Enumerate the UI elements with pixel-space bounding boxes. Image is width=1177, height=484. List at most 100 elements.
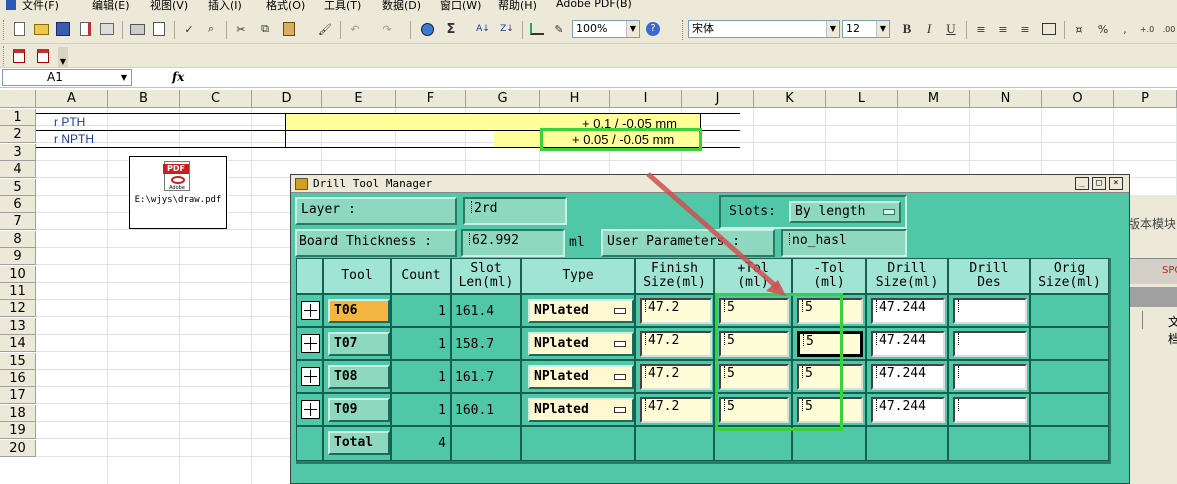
drill-size-input[interactable]: 47.244 [871, 364, 945, 390]
column-header-c[interactable]: C [180, 90, 252, 108]
pdf-embedded-object[interactable]: PDF Adobe E:\wjys\draw.pdf [129, 156, 227, 229]
toolbar-grip[interactable] [3, 46, 6, 66]
row-header-10[interactable]: 10 [0, 265, 36, 283]
toolbar-grip[interactable] [682, 20, 685, 40]
column-header-d[interactable]: D [252, 90, 322, 108]
decrease-decimal-icon[interactable]: .00 [1160, 20, 1177, 38]
row-header-19[interactable]: 19 [0, 422, 36, 440]
email-icon[interactable] [98, 20, 116, 38]
row-header-9[interactable]: 9 [0, 248, 36, 266]
row-header-11[interactable]: 11 [0, 283, 36, 300]
tool-button[interactable]: T08 [328, 365, 390, 389]
row-header-7[interactable]: 7 [0, 213, 36, 231]
expand-plus-icon[interactable] [301, 334, 320, 353]
column-header-m[interactable]: M [898, 90, 970, 108]
font-name-combo[interactable]: 宋体 ▼ [688, 20, 840, 38]
comma-button[interactable]: , [1116, 20, 1134, 38]
menu-item-data[interactable]: 数据(D) [382, 0, 421, 12]
row-header-20[interactable]: 20 [0, 439, 36, 457]
row-header-14[interactable]: 14 [0, 335, 36, 353]
drill-size-input[interactable]: 47.244 [871, 298, 945, 324]
hyperlink-icon[interactable] [418, 20, 436, 38]
redo-icon[interactable]: ↷ [378, 20, 396, 38]
drill-des-input[interactable] [953, 298, 1027, 324]
row-header-1[interactable]: 1 [0, 109, 36, 126]
close-icon[interactable]: × [1109, 177, 1123, 190]
drawing-icon[interactable]: ✎ [550, 20, 568, 38]
column-header-g[interactable]: G [466, 90, 540, 108]
column-header-e[interactable]: E [322, 90, 396, 108]
cell-a1[interactable]: r PTH [54, 115, 85, 129]
column-header-k[interactable]: K [754, 90, 826, 108]
minimize-icon[interactable]: _ [1075, 177, 1089, 190]
convert-pdf-email-icon[interactable] [34, 47, 52, 65]
column-header-a[interactable]: A [36, 90, 108, 108]
column-header-o[interactable]: O [1042, 90, 1114, 108]
row-header-8[interactable]: 8 [0, 230, 36, 248]
drill-size-input[interactable]: 47.244 [871, 397, 945, 423]
drill-des-input[interactable] [953, 331, 1027, 357]
type-option-menu[interactable]: NPlated [528, 332, 634, 356]
merge-center-icon[interactable] [1040, 20, 1058, 38]
drill-size-input[interactable]: 47.244 [871, 331, 945, 357]
row-header-4[interactable]: 4 [0, 161, 36, 179]
row-header-3[interactable]: 3 [0, 143, 36, 161]
undo-icon[interactable]: ↶ [346, 20, 364, 38]
expand-plus-icon[interactable] [301, 400, 320, 419]
tool-button[interactable]: T07 [328, 332, 390, 356]
research-icon[interactable]: ⌕ [202, 20, 220, 38]
type-option-menu[interactable]: NPlated [528, 365, 634, 389]
menu-item-adobe-pdf[interactable]: Adobe PDF(B) [556, 0, 632, 10]
column-header-j[interactable]: J [682, 90, 754, 108]
paste-icon[interactable] [280, 20, 298, 38]
row-header-17[interactable]: 17 [0, 387, 36, 405]
bold-button[interactable]: B [898, 20, 916, 38]
sort-descending-icon[interactable]: Z↓ [498, 20, 516, 38]
user-parameters-field[interactable]: no_hasl [781, 229, 907, 257]
expand-plus-icon[interactable] [301, 367, 320, 386]
zoom-combo[interactable]: 100% ▼ [572, 20, 640, 38]
cell-a2[interactable]: r NPTH [54, 132, 94, 146]
chart-wizard-icon[interactable] [528, 20, 546, 38]
currency-icon[interactable]: ¤ [1070, 20, 1088, 38]
menu-item-file[interactable]: 文件(F) [6, 0, 59, 12]
sort-ascending-icon[interactable]: A↓ [474, 20, 492, 38]
finish-size-input[interactable]: 47.2 [640, 331, 712, 357]
row-header-15[interactable]: 15 [0, 352, 36, 370]
name-box[interactable]: A1 ▼ [2, 69, 132, 86]
menu-item-edit[interactable]: 编辑(E) [92, 0, 130, 12]
print-icon[interactable] [128, 20, 146, 38]
menu-item-format[interactable]: 格式(O) [266, 0, 305, 12]
font-size-combo[interactable]: 12 ▼ [842, 20, 890, 38]
board-thickness-field[interactable]: 62.992 [461, 229, 565, 257]
print-preview-icon[interactable] [150, 20, 168, 38]
type-option-menu[interactable]: NPlated [528, 398, 634, 422]
finish-size-input[interactable]: 47.2 [640, 364, 712, 390]
row-header-18[interactable]: 18 [0, 404, 36, 422]
toolbar-options-icon[interactable]: ▼ [58, 47, 68, 67]
dialog-title-bar[interactable]: Drill Tool Manager _ □ × [291, 175, 1129, 193]
row-header-6[interactable]: 6 [0, 196, 36, 213]
finish-size-input[interactable]: 47.2 [640, 298, 712, 324]
type-option-menu[interactable]: NPlated [528, 299, 634, 323]
copy-icon[interactable]: ⧉ [256, 20, 274, 38]
column-header-l[interactable]: L [826, 90, 898, 108]
row-header-13[interactable]: 13 [0, 317, 36, 335]
column-header-p[interactable]: P [1114, 90, 1177, 108]
row-header-2[interactable]: 2 [0, 126, 36, 144]
corner-select-all[interactable] [0, 90, 36, 108]
column-header-b[interactable]: B [108, 90, 180, 108]
menu-item-tools[interactable]: 工具(T) [324, 0, 361, 12]
fx-icon[interactable]: fx [172, 70, 184, 84]
align-right-icon[interactable]: ≡ [1016, 20, 1034, 38]
column-header-f[interactable]: F [396, 90, 466, 108]
cut-icon[interactable]: ✂ [232, 20, 250, 38]
help-icon[interactable]: ? [644, 20, 662, 38]
permission-icon[interactable] [76, 20, 94, 38]
menu-item-window[interactable]: 窗口(W) [440, 0, 481, 12]
menu-item-view[interactable]: 视图(V) [150, 0, 188, 12]
italic-button[interactable]: I [920, 20, 938, 38]
user-parameters-button[interactable]: User Parameters : [601, 229, 775, 257]
tool-button[interactable]: T06 [328, 299, 390, 323]
toolbar-grip[interactable] [3, 20, 6, 40]
